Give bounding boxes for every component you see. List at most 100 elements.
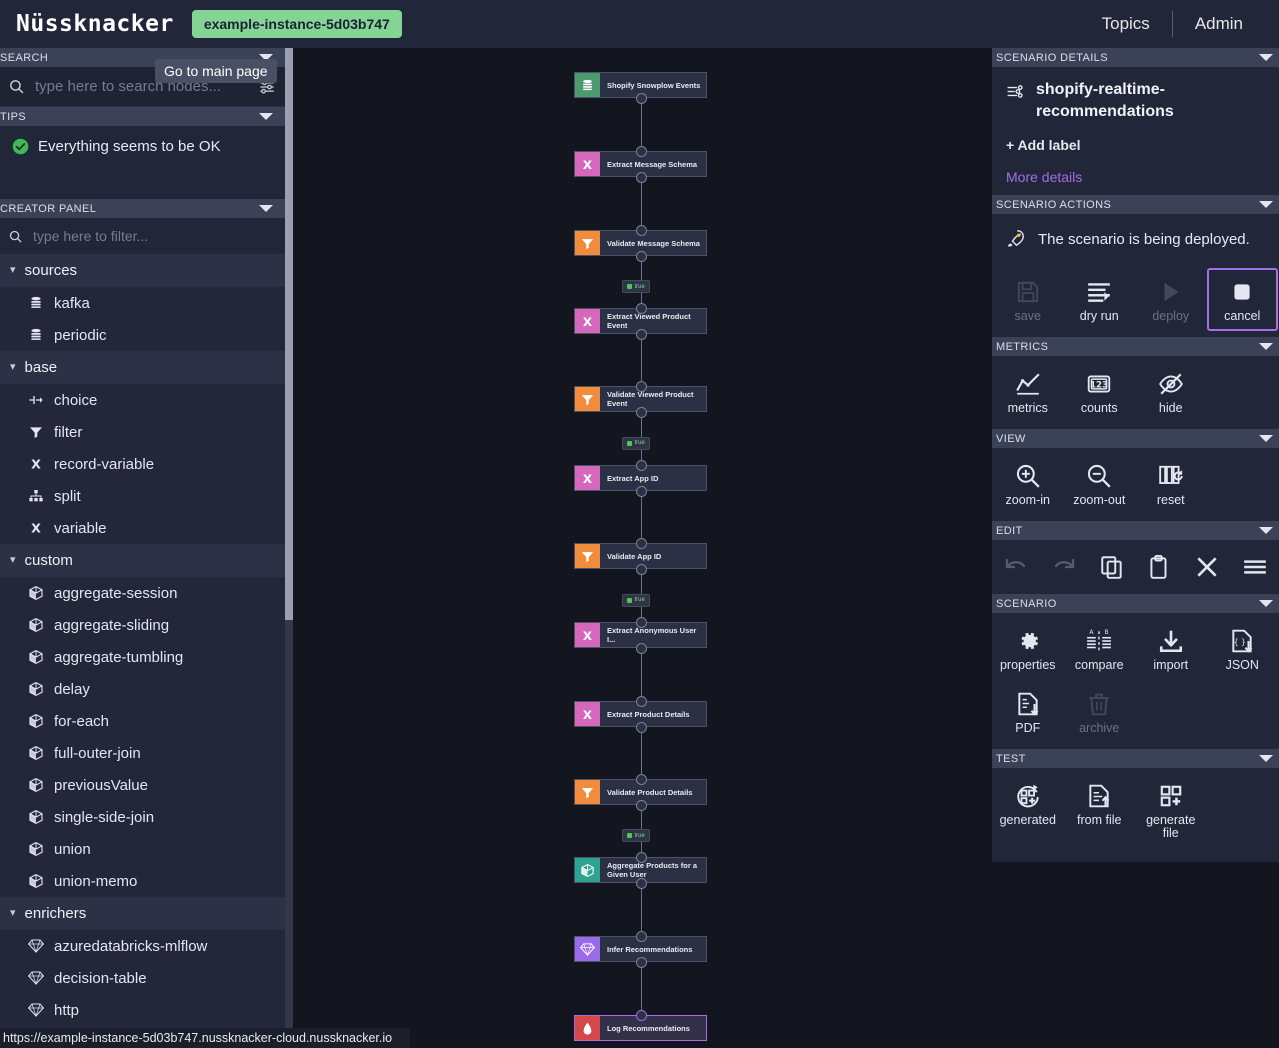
node-input-port[interactable] [635, 538, 647, 549]
creator-group-enrichers[interactable]: ▾ enrichers [0, 897, 285, 930]
creator-node-choice[interactable]: choice [0, 384, 285, 416]
toolbar-paste-icon[interactable] [1139, 550, 1179, 584]
chevron-down-icon[interactable] [259, 205, 273, 212]
creator-node-http[interactable]: http [0, 994, 285, 1026]
instance-badge[interactable]: example-instance-5d03b747 [191, 10, 402, 38]
toolbar-button-generate-file[interactable]: generate file [1135, 772, 1207, 848]
node-output-port[interactable] [635, 486, 647, 497]
node-input-port[interactable] [635, 774, 647, 785]
node-output-port[interactable] [635, 172, 647, 183]
edit-header[interactable]: EDIT [992, 521, 1279, 540]
toolbar-delete-x-icon[interactable] [1187, 550, 1227, 584]
toolbar-layout-lines-icon[interactable] [1235, 550, 1275, 584]
creator-node-single-side-join[interactable]: single-side-join [0, 801, 285, 833]
creator-node-decision-table[interactable]: decision-table [0, 962, 285, 994]
scenario-header[interactable]: SCENARIO [992, 594, 1279, 613]
creator-node-aggregate-tumbling[interactable]: aggregate-tumbling [0, 641, 285, 673]
node-input-port[interactable] [635, 1010, 647, 1021]
creator-node-delay[interactable]: delay [0, 673, 285, 705]
toolbar-button-reset[interactable]: reset [1135, 452, 1207, 515]
more-details-link[interactable]: More details [1006, 169, 1265, 185]
add-label-button[interactable]: + Add label [1006, 137, 1265, 153]
toolbar-button-generated[interactable]: generated [992, 772, 1064, 848]
toolbar-button-properties[interactable]: properties [992, 617, 1064, 680]
creator-node-kafka[interactable]: kafka [0, 287, 285, 319]
sidebar-scrollbar-thumb[interactable] [285, 48, 293, 620]
toolbar-button-import[interactable]: import [1135, 617, 1207, 680]
node-input-port[interactable] [635, 852, 647, 863]
toolbar-button-cancel[interactable]: cancel [1206, 268, 1278, 331]
node-output-port[interactable] [635, 643, 647, 654]
edge-label[interactable]: true [621, 280, 650, 293]
chevron-down-icon[interactable] [1259, 435, 1273, 442]
node-output-port[interactable] [635, 722, 647, 733]
chevron-down-icon[interactable] [1259, 755, 1273, 762]
creator-node-filter[interactable]: filter [0, 416, 285, 448]
node-output-port[interactable] [635, 93, 647, 104]
node-input-port[interactable] [635, 225, 647, 236]
toolbar-button-JSON[interactable]: { } JSON [1207, 617, 1279, 680]
creator-group-sources[interactable]: ▾ sources [0, 254, 285, 287]
scenario-actions-header[interactable]: SCENARIO ACTIONS [992, 195, 1279, 214]
creator-node-union-memo[interactable]: union-memo [0, 865, 285, 897]
app-logo[interactable]: Nüssknacker [16, 11, 174, 37]
scenario-details-header[interactable]: SCENARIO DETAILS [992, 48, 1279, 67]
node-input-port[interactable] [635, 617, 647, 628]
creator-node-aggregate-session[interactable]: aggregate-session [0, 577, 285, 609]
creator-node-union[interactable]: union [0, 833, 285, 865]
creator-node-record-variable[interactable]: X record-variable [0, 448, 285, 480]
creator-filter-input[interactable] [23, 228, 277, 244]
node-input-port[interactable] [635, 303, 647, 314]
creator-node-aggregate-sliding[interactable]: aggregate-sliding [0, 609, 285, 641]
node-output-port[interactable] [635, 407, 647, 418]
creator-group-custom[interactable]: ▾ custom [0, 544, 285, 577]
creator-node-periodic[interactable]: periodic [0, 319, 285, 351]
creator-node-variable[interactable]: X variable [0, 512, 285, 544]
toolbar-button-PDF[interactable]: PDF [992, 680, 1064, 743]
toolbar-button-from-file[interactable]: from file [1064, 772, 1136, 848]
node-input-port[interactable] [635, 696, 647, 707]
toolbar-button-metrics[interactable]: metrics [992, 360, 1064, 423]
node-output-port[interactable] [635, 329, 647, 340]
tips-panel-header[interactable]: TIPS [0, 107, 285, 126]
creator-panel-header[interactable]: CREATOR PANEL [0, 199, 285, 218]
node-output-port[interactable] [635, 251, 647, 262]
nav-admin[interactable]: Admin [1173, 14, 1265, 34]
toolbar-button-hide[interactable]: hide [1135, 360, 1207, 423]
node-output-port[interactable] [635, 957, 647, 968]
node-input-port[interactable] [635, 460, 647, 471]
chevron-down-icon[interactable] [1259, 527, 1273, 534]
edge-label[interactable]: true [621, 829, 650, 842]
edge-label[interactable]: true [621, 436, 650, 450]
creator-node-for-each[interactable]: for-each [0, 705, 285, 737]
toolbar-button-zoom-out[interactable]: zoom-out [1064, 452, 1136, 515]
sidebar-scrollbar[interactable] [285, 48, 293, 1048]
node-output-port[interactable] [635, 878, 647, 889]
view-header[interactable]: VIEW [992, 429, 1279, 448]
creator-node-full-outer-join[interactable]: full-outer-join [0, 737, 285, 769]
creator-node-previousValue[interactable]: previousValue [0, 769, 285, 801]
toolbar-button-dry-run[interactable]: dry run [1064, 268, 1136, 331]
node-input-port[interactable] [635, 931, 647, 942]
toolbar-copy-icon[interactable] [1092, 550, 1132, 584]
node-input-port[interactable] [635, 381, 647, 392]
chevron-down-icon[interactable] [1259, 600, 1273, 607]
toolbar-button-counts[interactable]: 123 counts [1064, 360, 1136, 423]
toolbar-button-zoom-in[interactable]: zoom-in [992, 452, 1064, 515]
node-output-port[interactable] [635, 800, 647, 811]
creator-node-azuredatabricks-mlflow[interactable]: azuredatabricks-mlflow [0, 930, 285, 962]
creator-group-base[interactable]: ▾ base [0, 351, 285, 384]
scenario-canvas[interactable]: Shopify Snowplow Events X Extract Message… [293, 48, 992, 1048]
chevron-down-icon[interactable] [1259, 54, 1273, 61]
metrics-header[interactable]: METRICS [992, 337, 1279, 356]
node-output-port[interactable] [635, 564, 647, 575]
chevron-down-icon[interactable] [259, 113, 273, 120]
chevron-down-icon[interactable] [1259, 343, 1273, 350]
creator-node-split[interactable]: split [0, 480, 285, 512]
test-header[interactable]: TEST [992, 749, 1279, 768]
toolbar-button-compare[interactable]: A B compare [1064, 617, 1136, 680]
node-input-port[interactable] [635, 146, 647, 157]
edge-label[interactable]: true [621, 593, 650, 607]
chevron-down-icon[interactable] [1259, 201, 1273, 208]
nav-topics[interactable]: Topics [1080, 14, 1172, 34]
